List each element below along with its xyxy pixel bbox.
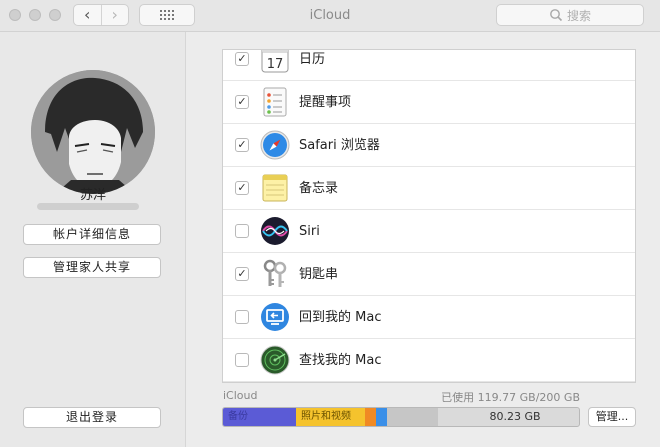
search-placeholder: 搜索 [566,8,591,23]
checkbox[interactable] [235,353,249,367]
minimize-window-button[interactable] [29,9,41,21]
service-label: Siri [299,224,320,239]
service-label: 日历 [299,52,326,67]
find-my-mac-icon [260,345,290,375]
list-item: 回到我的 Mac [223,296,635,339]
siri-icon [261,217,289,245]
service-label: 钥匙串 [299,267,339,282]
checkbox[interactable] [235,310,249,324]
checkbox[interactable]: ✓ [235,267,249,281]
checkbox[interactable] [235,224,249,238]
chevron-right-icon: › [111,5,118,24]
notes-icon [262,174,288,202]
list-item: 查找我的 Mac [223,339,635,382]
storage-segment-photos: 照片和视频 [296,408,365,426]
service-label: Safari 浏览器 [299,138,380,153]
account-sidebar: 苏洋 帐户详细信息 管理家人共享 退出登录 [0,32,186,447]
avatar [31,70,155,194]
list-item: ✓ 17 日历 [223,50,635,81]
search-icon [550,9,563,22]
service-label: 备忘录 [299,181,339,196]
list-item: ✓ 提醒事项 [223,81,635,124]
safari-icon [260,130,290,160]
navigation-buttons: ‹ › [73,4,129,26]
checkbox[interactable]: ✓ [235,138,249,152]
title-bar: ‹ › iCloud 搜索 [0,0,660,32]
storage-title: iCloud [223,389,258,402]
list-item: ✓ 钥匙串 [223,253,635,296]
zoom-window-button[interactable] [49,9,61,21]
storage-segment-3 [365,408,376,426]
calendar-icon: 17 [261,50,289,73]
account-email-redacted [37,203,139,210]
forward-button[interactable]: › [102,5,129,25]
back-button[interactable]: ‹ [74,5,102,25]
chevron-left-icon: ‹ [84,5,91,24]
manage-family-button[interactable]: 管理家人共享 [23,257,161,278]
search-input[interactable]: 搜索 [496,4,644,26]
checkbox[interactable]: ✓ [235,95,249,109]
storage-free: 80.23 GB [489,410,541,423]
list-item: ✓ Safari 浏览器 [223,124,635,167]
services-list[interactable]: ✓ 17 日历 ✓ 提醒事项 ✓ Safari 浏览器 ✓ 备忘录 Siri ✓… [222,49,636,383]
storage-usage: 已使用 119.77 GB/200 GB [441,391,580,404]
reminders-icon [263,87,287,117]
sign-out-button[interactable]: 退出登录 [23,407,161,428]
list-item: Siri [223,210,635,253]
checkbox[interactable]: ✓ [235,181,249,195]
account-details-button[interactable]: 帐户详细信息 [23,224,161,245]
storage-segment-backup: 备份 [223,408,296,426]
grid-icon [160,10,174,20]
storage-segment-4 [376,408,387,426]
show-all-button[interactable] [139,4,195,26]
storage-segment-5 [387,408,438,426]
checkbox[interactable]: ✓ [235,52,249,66]
calendar-date: 17 [267,57,284,72]
service-label: 回到我的 Mac [299,310,382,325]
service-label: 提醒事项 [299,95,352,110]
account-name: 苏洋 [79,188,106,203]
service-label: 查找我的 Mac [299,353,382,368]
back-to-my-mac-icon [261,303,289,331]
manage-storage-button[interactable]: 管理... [588,407,636,427]
keychain-icon [263,259,287,287]
list-item: ✓ 备忘录 [223,167,635,210]
close-window-button[interactable] [9,9,21,21]
